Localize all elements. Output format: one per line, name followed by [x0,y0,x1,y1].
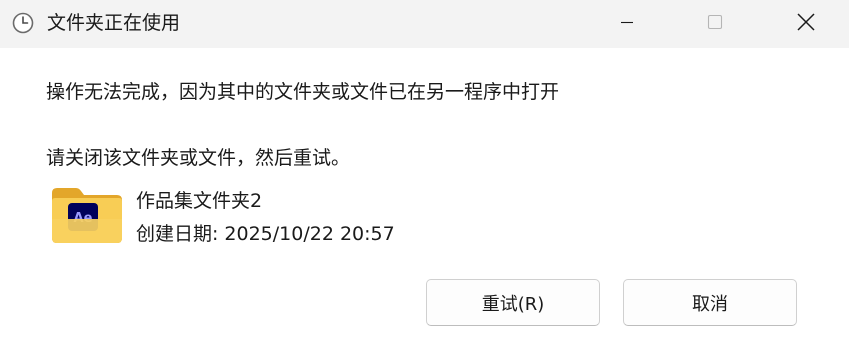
clock-icon [12,12,34,34]
error-message: 操作无法完成，因为其中的文件夹或文件已在另一程序中打开 [46,81,560,103]
close-button[interactable] [775,0,837,48]
created-value: 2025/10/22 20:57 [224,223,395,245]
dialog-window: 文件夹正在使用 操作无法完成，因为其中的文件夹或文件已在另一程序中打开 请关闭该… [0,0,849,352]
instruction-message: 请关闭该文件夹或文件，然后重试。 [46,147,351,169]
minimize-icon [619,14,635,34]
created-label: 创建日期: [136,223,219,245]
title-bar[interactable]: 文件夹正在使用 [0,0,849,48]
maximize-button[interactable] [684,0,746,48]
minimize-button[interactable] [596,0,658,48]
ae-folder-icon: Ae [50,185,124,245]
file-name: 作品集文件夹2 [136,190,263,212]
file-created-date: 创建日期: 2025/10/22 20:57 [136,222,395,246]
retry-button[interactable]: 重试(R) [426,279,600,326]
maximize-icon [706,13,724,35]
close-icon [796,12,816,36]
window-title: 文件夹正在使用 [47,12,181,34]
cancel-button[interactable]: 取消 [623,279,797,326]
